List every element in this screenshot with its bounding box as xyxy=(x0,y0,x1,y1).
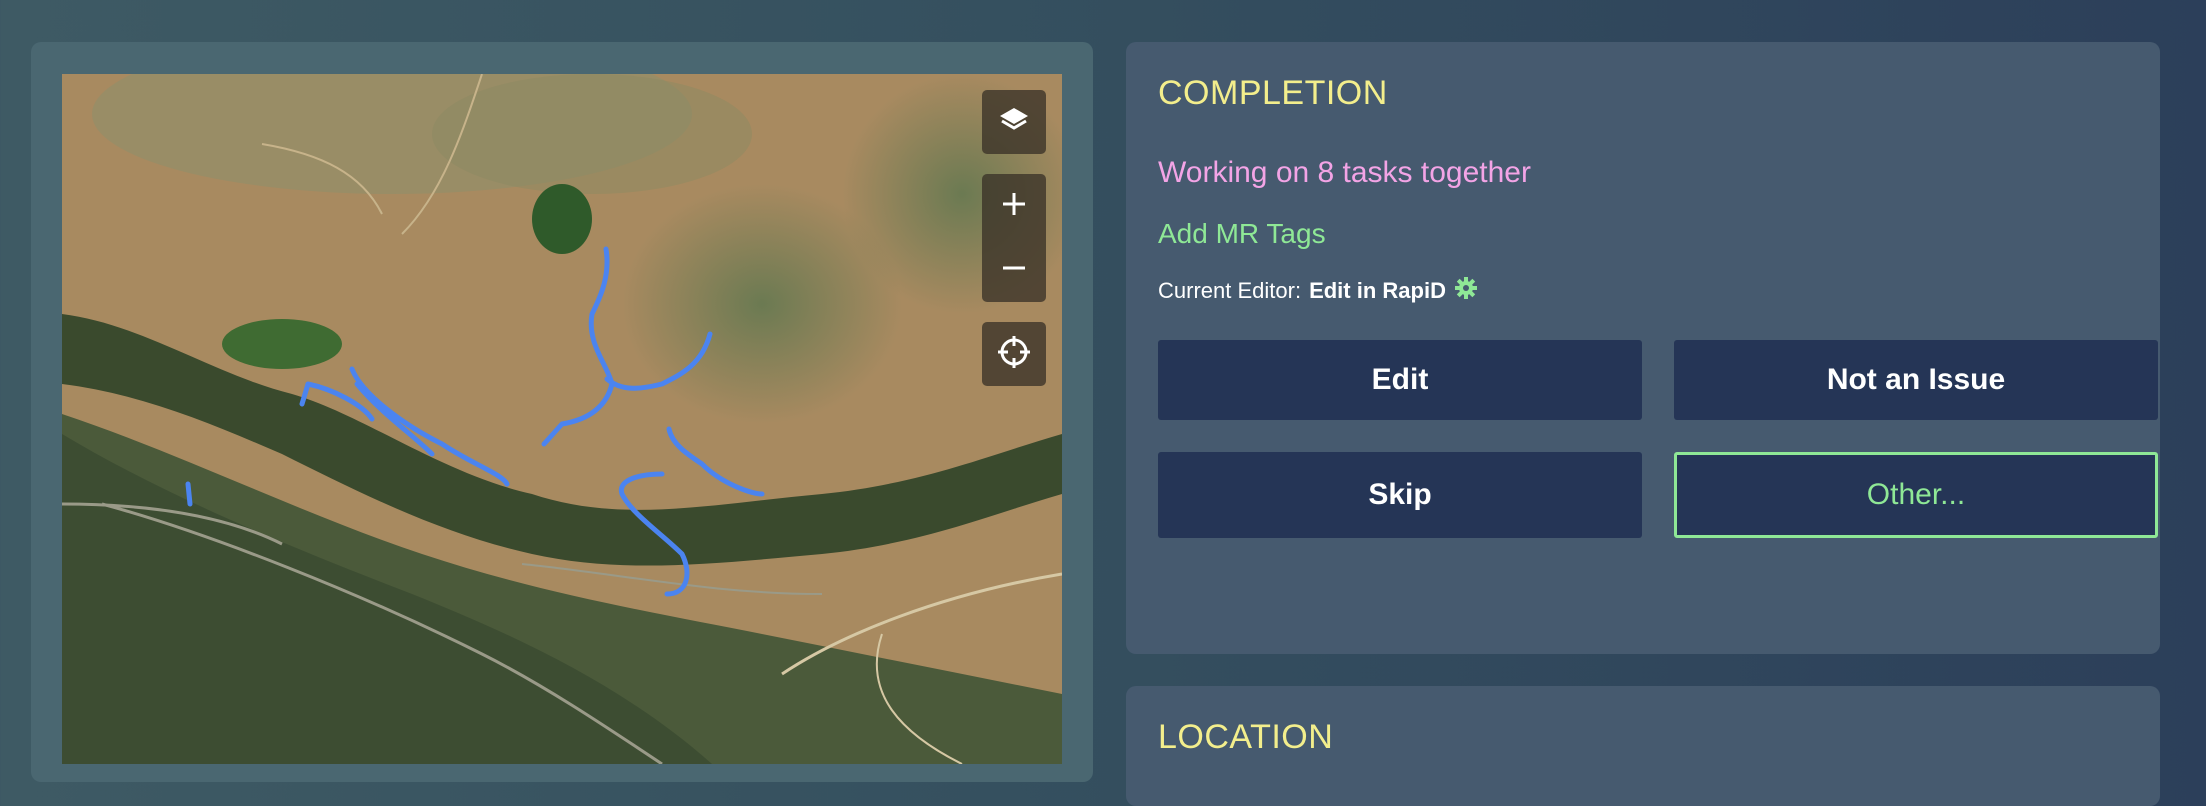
location-title: LOCATION xyxy=(1158,718,1334,756)
gear-icon[interactable] xyxy=(1454,276,1478,306)
edit-button[interactable]: Edit xyxy=(1158,340,1642,420)
zoom-in-icon xyxy=(1000,190,1028,223)
zoom-control xyxy=(982,174,1046,302)
completion-panel: COMPLETION Working on 8 tasks together A… xyxy=(1126,42,2160,654)
zoom-out-button[interactable] xyxy=(982,238,1046,302)
layers-icon xyxy=(998,104,1030,141)
location-panel: LOCATION xyxy=(1126,686,2160,806)
zoom-out-icon xyxy=(1000,254,1028,287)
other-button[interactable]: Other... xyxy=(1674,452,2158,538)
map-panel xyxy=(31,42,1093,782)
locate-control[interactable] xyxy=(982,322,1046,386)
current-editor-label: Current Editor: xyxy=(1158,278,1302,303)
completion-title: COMPLETION xyxy=(1158,74,1388,112)
working-on-tasks-text: Working on 8 tasks together xyxy=(1158,156,1531,189)
current-editor: Current Editor: Edit in RapiD xyxy=(1158,276,1478,306)
skip-button[interactable]: Skip xyxy=(1158,452,1642,538)
locate-icon xyxy=(997,335,1031,374)
current-editor-value: Edit in RapiD xyxy=(1309,278,1446,303)
task-map[interactable] xyxy=(62,74,1062,764)
add-mr-tags-link[interactable]: Add MR Tags xyxy=(1158,218,1326,250)
layers-control[interactable] xyxy=(982,90,1046,154)
not-an-issue-button[interactable]: Not an Issue xyxy=(1674,340,2158,420)
zoom-in-button[interactable] xyxy=(982,174,1046,238)
satellite-imagery xyxy=(62,74,1062,764)
